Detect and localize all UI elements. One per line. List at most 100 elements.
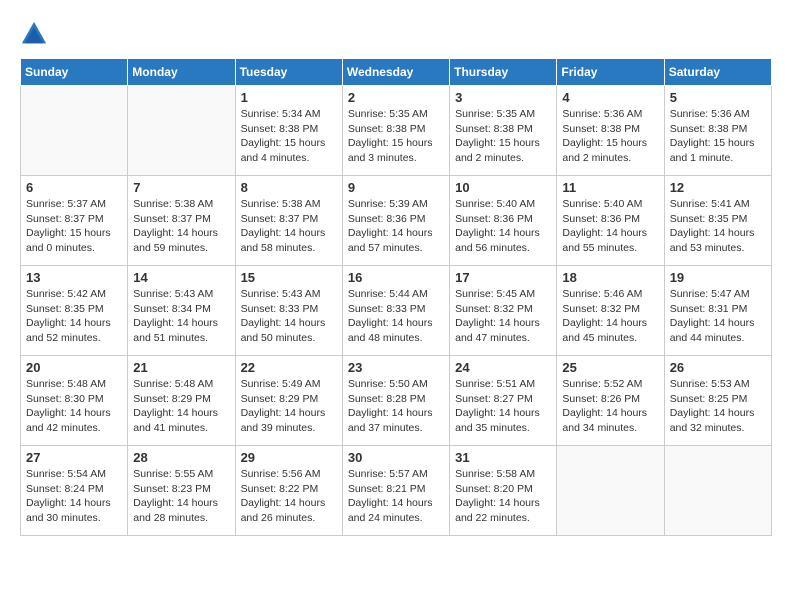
day-info: Sunrise: 5:44 AM Sunset: 8:33 PM Dayligh… (348, 287, 444, 346)
day-number: 14 (133, 270, 229, 285)
day-info: Sunrise: 5:43 AM Sunset: 8:33 PM Dayligh… (241, 287, 337, 346)
day-info: Sunrise: 5:45 AM Sunset: 8:32 PM Dayligh… (455, 287, 551, 346)
day-number: 29 (241, 450, 337, 465)
day-info: Sunrise: 5:46 AM Sunset: 8:32 PM Dayligh… (562, 287, 658, 346)
calendar-cell (128, 86, 235, 176)
day-number: 6 (26, 180, 122, 195)
day-info: Sunrise: 5:40 AM Sunset: 8:36 PM Dayligh… (455, 197, 551, 256)
day-number: 11 (562, 180, 658, 195)
logo-icon (20, 20, 48, 48)
calendar-table: SundayMondayTuesdayWednesdayThursdayFrid… (20, 58, 772, 536)
day-info: Sunrise: 5:54 AM Sunset: 8:24 PM Dayligh… (26, 467, 122, 526)
calendar-header-row: SundayMondayTuesdayWednesdayThursdayFrid… (21, 59, 772, 86)
day-number: 16 (348, 270, 444, 285)
day-info: Sunrise: 5:37 AM Sunset: 8:37 PM Dayligh… (26, 197, 122, 256)
calendar-cell: 19Sunrise: 5:47 AM Sunset: 8:31 PM Dayli… (664, 266, 771, 356)
calendar-cell: 13 Sunrise: 5:42 AM Sunset: 8:35 PM Dayli… (21, 266, 128, 356)
calendar-cell: 29 Sunrise: 5:56 AM Sunset: 8:22 PM Dayli… (235, 446, 342, 536)
page-header (20, 20, 772, 48)
day-number: 28 (133, 450, 229, 465)
calendar-cell: 21Sunrise: 5:48 AM Sunset: 8:29 PM Dayli… (128, 356, 235, 446)
calendar-cell: 14 Sunrise: 5:43 AM Sunset: 8:34 PM Dayli… (128, 266, 235, 356)
calendar-cell: 24Sunrise: 5:51 AM Sunset: 8:27 PM Dayli… (450, 356, 557, 446)
calendar-week-row: 1 Sunrise: 5:34 AM Sunset: 8:38 PM Daylig… (21, 86, 772, 176)
day-number: 1 (241, 90, 337, 105)
day-info: Sunrise: 5:51 AM Sunset: 8:27 PM Dayligh… (455, 377, 551, 436)
day-info: Sunrise: 5:38 AM Sunset: 8:37 PM Dayligh… (241, 197, 337, 256)
weekday-header: Monday (128, 59, 235, 86)
calendar-cell: 23 Sunrise: 5:50 AM Sunset: 8:28 PM Dayli… (342, 356, 449, 446)
calendar-cell: 18 Sunrise: 5:46 AM Sunset: 8:32 PM Dayli… (557, 266, 664, 356)
day-info: Sunrise: 5:47 AM Sunset: 8:31 PM Dayligh… (670, 287, 766, 346)
calendar-week-row: 13 Sunrise: 5:42 AM Sunset: 8:35 PM Dayli… (21, 266, 772, 356)
weekday-header: Tuesday (235, 59, 342, 86)
day-info: Sunrise: 5:35 AM Sunset: 8:38 PM Dayligh… (455, 107, 551, 166)
calendar-cell: 9Sunrise: 5:39 AM Sunset: 8:36 PM Daylig… (342, 176, 449, 266)
day-number: 12 (670, 180, 766, 195)
day-number: 17 (455, 270, 551, 285)
day-number: 15 (241, 270, 337, 285)
day-info: Sunrise: 5:40 AM Sunset: 8:36 PM Dayligh… (562, 197, 658, 256)
day-number: 4 (562, 90, 658, 105)
calendar-week-row: 6 Sunrise: 5:37 AM Sunset: 8:37 PM Daylig… (21, 176, 772, 266)
day-number: 22 (241, 360, 337, 375)
day-info: Sunrise: 5:42 AM Sunset: 8:35 PM Dayligh… (26, 287, 122, 346)
calendar-cell: 11 Sunrise: 5:40 AM Sunset: 8:36 PM Dayli… (557, 176, 664, 266)
day-info: Sunrise: 5:56 AM Sunset: 8:22 PM Dayligh… (241, 467, 337, 526)
day-info: Sunrise: 5:34 AM Sunset: 8:38 PM Dayligh… (241, 107, 337, 166)
calendar-cell: 30 Sunrise: 5:57 AM Sunset: 8:21 PM Dayli… (342, 446, 449, 536)
day-info: Sunrise: 5:52 AM Sunset: 8:26 PM Dayligh… (562, 377, 658, 436)
weekday-header: Saturday (664, 59, 771, 86)
day-info: Sunrise: 5:50 AM Sunset: 8:28 PM Dayligh… (348, 377, 444, 436)
day-number: 25 (562, 360, 658, 375)
calendar-cell: 1 Sunrise: 5:34 AM Sunset: 8:38 PM Daylig… (235, 86, 342, 176)
day-info: Sunrise: 5:41 AM Sunset: 8:35 PM Dayligh… (670, 197, 766, 256)
day-number: 23 (348, 360, 444, 375)
calendar-cell: 5 Sunrise: 5:36 AM Sunset: 8:38 PM Daylig… (664, 86, 771, 176)
weekday-header: Sunday (21, 59, 128, 86)
calendar-cell (664, 446, 771, 536)
calendar-cell: 28 Sunrise: 5:55 AM Sunset: 8:23 PM Dayli… (128, 446, 235, 536)
day-number: 27 (26, 450, 122, 465)
weekday-header: Friday (557, 59, 664, 86)
calendar-cell: 10 Sunrise: 5:40 AM Sunset: 8:36 PM Dayli… (450, 176, 557, 266)
day-number: 21 (133, 360, 229, 375)
day-number: 10 (455, 180, 551, 195)
day-info: Sunrise: 5:35 AM Sunset: 8:38 PM Dayligh… (348, 107, 444, 166)
calendar-cell: 12 Sunrise: 5:41 AM Sunset: 8:35 PM Dayli… (664, 176, 771, 266)
day-info: Sunrise: 5:36 AM Sunset: 8:38 PM Dayligh… (670, 107, 766, 166)
day-number: 3 (455, 90, 551, 105)
calendar-cell: 4 Sunrise: 5:36 AM Sunset: 8:38 PM Daylig… (557, 86, 664, 176)
day-info: Sunrise: 5:58 AM Sunset: 8:20 PM Dayligh… (455, 467, 551, 526)
calendar-cell: 3 Sunrise: 5:35 AM Sunset: 8:38 PM Daylig… (450, 86, 557, 176)
day-info: Sunrise: 5:39 AM Sunset: 8:36 PM Dayligh… (348, 197, 444, 256)
calendar-cell: 17 Sunrise: 5:45 AM Sunset: 8:32 PM Dayli… (450, 266, 557, 356)
day-number: 18 (562, 270, 658, 285)
day-number: 13 (26, 270, 122, 285)
day-info: Sunrise: 5:57 AM Sunset: 8:21 PM Dayligh… (348, 467, 444, 526)
day-number: 30 (348, 450, 444, 465)
day-info: Sunrise: 5:36 AM Sunset: 8:38 PM Dayligh… (562, 107, 658, 166)
day-number: 8 (241, 180, 337, 195)
calendar-cell: 8 Sunrise: 5:38 AM Sunset: 8:37 PM Daylig… (235, 176, 342, 266)
day-number: 2 (348, 90, 444, 105)
weekday-header: Thursday (450, 59, 557, 86)
day-info: Sunrise: 5:38 AM Sunset: 8:37 PM Dayligh… (133, 197, 229, 256)
day-number: 5 (670, 90, 766, 105)
calendar-cell: 25 Sunrise: 5:52 AM Sunset: 8:26 PM Dayli… (557, 356, 664, 446)
logo (20, 20, 52, 48)
day-number: 31 (455, 450, 551, 465)
day-info: Sunrise: 5:43 AM Sunset: 8:34 PM Dayligh… (133, 287, 229, 346)
day-info: Sunrise: 5:49 AM Sunset: 8:29 PM Dayligh… (241, 377, 337, 436)
calendar-cell (21, 86, 128, 176)
day-info: Sunrise: 5:55 AM Sunset: 8:23 PM Dayligh… (133, 467, 229, 526)
day-number: 26 (670, 360, 766, 375)
calendar-cell (557, 446, 664, 536)
calendar-cell: 20Sunrise: 5:48 AM Sunset: 8:30 PM Dayli… (21, 356, 128, 446)
calendar-week-row: 20Sunrise: 5:48 AM Sunset: 8:30 PM Dayli… (21, 356, 772, 446)
weekday-header: Wednesday (342, 59, 449, 86)
calendar-cell: 22 Sunrise: 5:49 AM Sunset: 8:29 PM Dayli… (235, 356, 342, 446)
day-number: 20 (26, 360, 122, 375)
day-number: 7 (133, 180, 229, 195)
calendar-cell: 6 Sunrise: 5:37 AM Sunset: 8:37 PM Daylig… (21, 176, 128, 266)
